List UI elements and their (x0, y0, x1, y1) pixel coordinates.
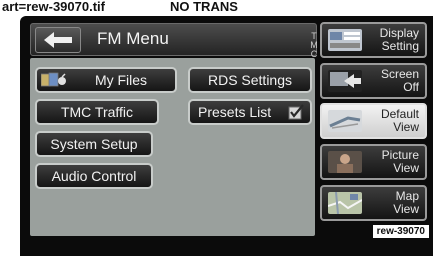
presets-list-label: Presets List (198, 104, 272, 120)
system-setup-button[interactable]: System Setup (35, 131, 153, 157)
picture-view-icon (328, 151, 362, 173)
picture-view-label: Picture View (381, 148, 419, 175)
tmc-indicator: T M C (310, 31, 318, 59)
display-setting-label: Display Setting (379, 26, 419, 53)
screen-off-button[interactable]: Screen Off (320, 63, 427, 99)
display-setting-button[interactable]: Display Setting (320, 22, 427, 58)
bottom-band (20, 236, 433, 256)
menu-header: FM Menu T M C (30, 23, 318, 59)
map-view-button[interactable]: Map View (320, 185, 427, 221)
menu-panel: My Files RDS Settings TMC Traffic Preset… (30, 58, 315, 236)
radio-screen: FM Menu T M C My Files RDS Settings TMC … (20, 16, 433, 256)
tmc-traffic-label: TMC Traffic (60, 104, 134, 120)
checkbox-checked-icon (288, 104, 304, 120)
my-files-button[interactable]: My Files (35, 67, 177, 93)
default-view-icon (328, 110, 362, 132)
page-title: FM Menu (97, 29, 169, 48)
audio-control-label: Audio Control (51, 168, 137, 184)
back-button[interactable] (35, 27, 81, 53)
system-setup-label: System Setup (50, 136, 138, 152)
tmc-traffic-button[interactable]: TMC Traffic (35, 99, 159, 125)
display-settings-icon (328, 29, 362, 51)
rds-settings-button[interactable]: RDS Settings (188, 67, 312, 93)
default-view-label: Default View (380, 107, 419, 134)
picture-view-button[interactable]: Picture View (320, 144, 427, 180)
screen-off-icon (328, 70, 362, 92)
my-files-label: My Files (94, 72, 148, 88)
caption-note: NO TRANS (170, 0, 238, 14)
screen-off-label: Screen Off (380, 67, 419, 94)
files-icon (41, 72, 66, 87)
map-view-icon (328, 192, 362, 214)
presets-list-button[interactable]: Presets List (188, 99, 312, 125)
left-arrow-icon (44, 32, 72, 48)
audio-control-button[interactable]: Audio Control (35, 163, 153, 189)
default-view-button[interactable]: Default View (320, 103, 427, 139)
rds-settings-label: RDS Settings (207, 72, 293, 88)
map-view-label: Map View (393, 189, 419, 216)
caption-filename: art=rew-39070.tif (2, 0, 105, 14)
reference-code: rew-39070 (372, 225, 429, 238)
